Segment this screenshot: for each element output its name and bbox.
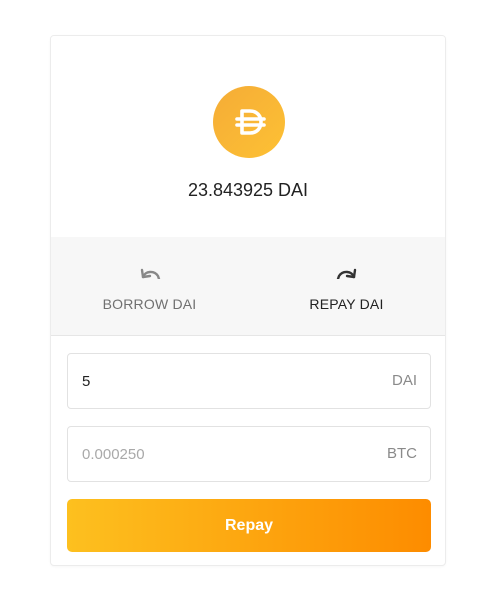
repay-card: 23.843925 DAI BORROW DAI REPAY DAI 5 DAI… bbox=[50, 35, 446, 566]
redo-icon bbox=[335, 265, 359, 279]
dai-unit-label: DAI bbox=[391, 372, 417, 389]
token-balance: 23.843925 DAI bbox=[187, 180, 309, 200]
btc-amount-field[interactable]: BTC bbox=[67, 426, 431, 482]
undo-icon bbox=[138, 265, 162, 279]
dai-logo-icon bbox=[213, 86, 285, 158]
tab-borrow-dai-label: BORROW DAI bbox=[102, 296, 197, 312]
btc-amount-input[interactable] bbox=[82, 427, 362, 481]
tab-repay-dai-label: REPAY DAI bbox=[309, 296, 384, 312]
dai-amount-field[interactable]: DAI bbox=[67, 353, 431, 409]
dai-amount-input[interactable] bbox=[82, 354, 362, 408]
action-tabs: BORROW DAI REPAY DAI bbox=[51, 237, 445, 336]
repay-button[interactable]: Repay bbox=[67, 499, 431, 552]
tab-repay-dai[interactable]: REPAY DAI bbox=[248, 237, 445, 335]
btc-unit-label: BTC bbox=[387, 445, 417, 462]
tab-borrow-dai[interactable]: BORROW DAI bbox=[51, 237, 248, 335]
token-header: 23.843925 DAI bbox=[51, 36, 445, 238]
